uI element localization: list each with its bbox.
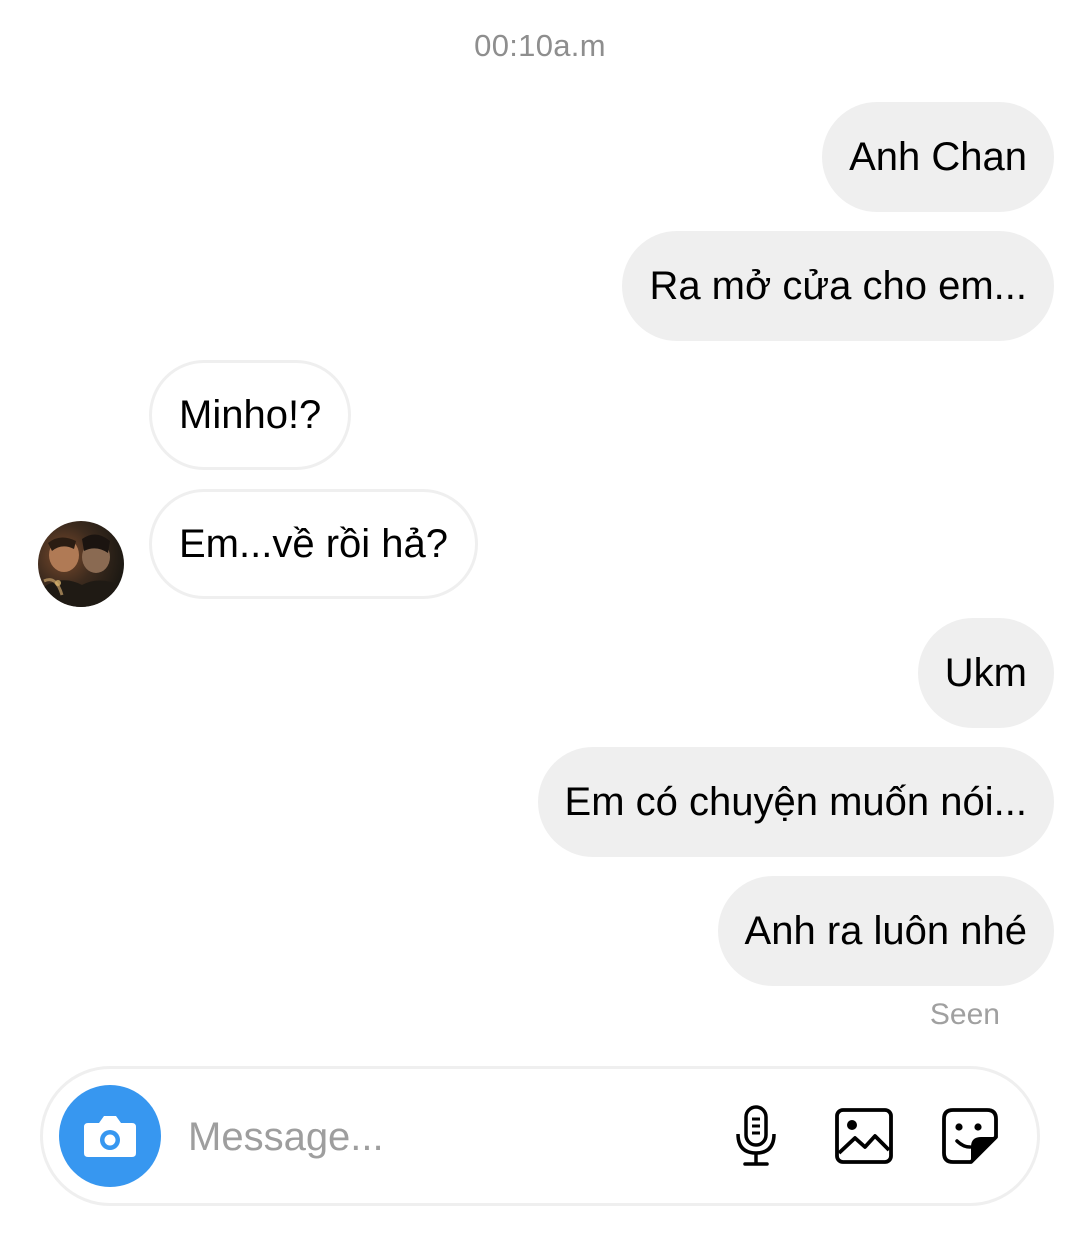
outgoing-message[interactable]: Ukm [917,618,1054,728]
avatar-photo [38,521,124,607]
camera-button[interactable] [59,1085,161,1187]
microphone-button[interactable] [723,1103,789,1169]
sticker-icon [942,1108,998,1164]
incoming-message[interactable]: Em...về rồi hả? [149,489,479,599]
sticker-button[interactable] [937,1103,1003,1169]
gallery-icon [835,1108,893,1164]
message-input[interactable] [188,1099,708,1175]
avatar[interactable] [38,521,124,607]
outgoing-message[interactable]: Ra mở cửa cho em... [622,231,1054,341]
incoming-message[interactable]: Minho!? [149,360,352,470]
outgoing-message[interactable]: Anh ra luôn nhé [717,876,1054,986]
message-timestamp: 00:10a.m [474,28,606,63]
gallery-button[interactable] [831,1103,897,1169]
outgoing-message[interactable]: Anh Chan [822,102,1054,212]
camera-icon [84,1116,136,1157]
microphone-icon [736,1105,776,1166]
message-composer [40,1066,1040,1206]
seen-status: Seen [929,998,1000,1031]
outgoing-message[interactable]: Em có chuyện muốn nói... [537,747,1054,857]
